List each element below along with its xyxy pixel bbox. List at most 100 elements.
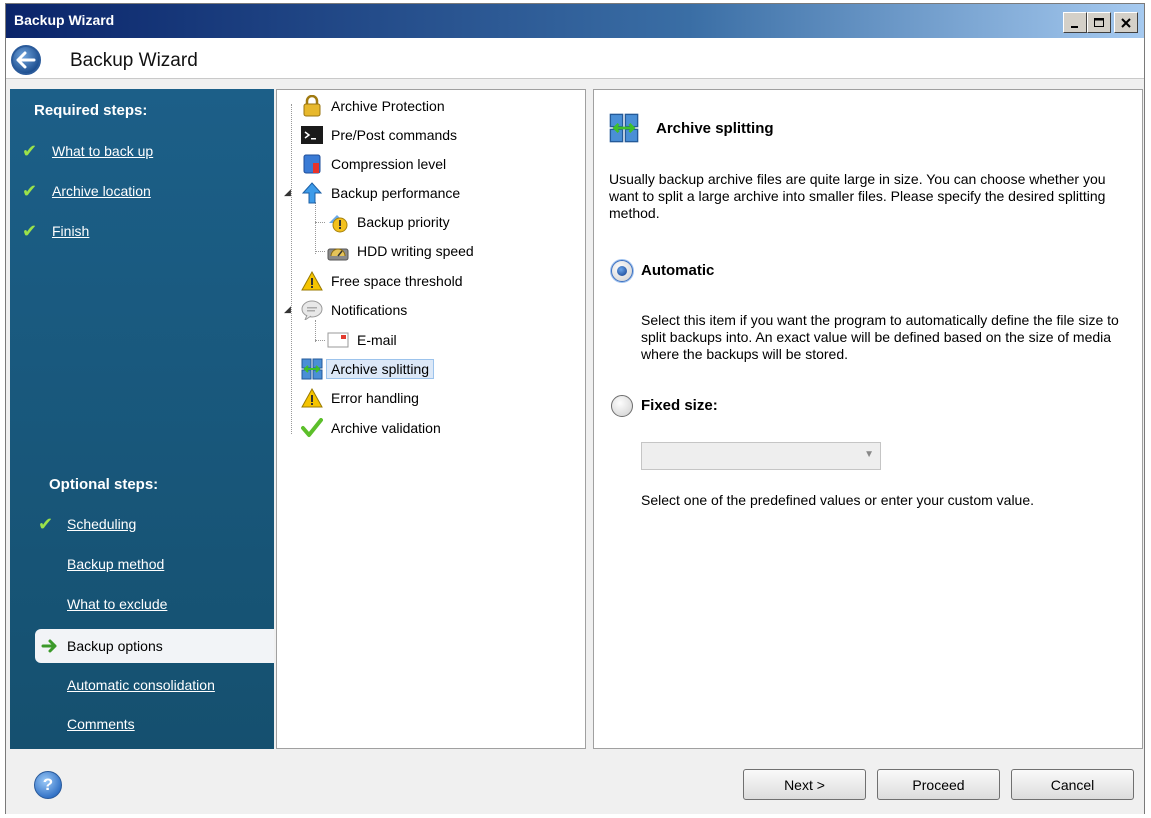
tree-node-label: Backup performance xyxy=(331,185,461,201)
nav-item-backup-options[interactable]: Backup options xyxy=(35,629,274,663)
tree-node-label: Backup priority xyxy=(357,214,450,230)
tree-node-label: Compression level xyxy=(331,156,447,172)
options-tree: Archive Protection Pre/Post commands Com… xyxy=(276,89,586,749)
lock-icon xyxy=(301,95,323,117)
proceed-button-label: Proceed xyxy=(912,776,965,793)
required-steps-heading: Required steps: xyxy=(34,102,148,119)
nav-item-finish[interactable]: ✔ Finish xyxy=(10,217,274,245)
nav-item-label: What to exclude xyxy=(67,596,168,612)
tree-node-hdd-writing-speed[interactable]: HDD writing speed xyxy=(327,239,474,263)
fixed-size-combobox[interactable]: ▼ xyxy=(641,442,881,470)
nav-item-comments[interactable]: Comments xyxy=(10,710,274,738)
back-arrow-icon xyxy=(16,51,36,69)
close-icon xyxy=(1121,17,1131,28)
priority-icon xyxy=(327,211,349,233)
hdd-icon xyxy=(327,240,349,262)
next-button-label: Next > xyxy=(784,776,825,793)
tree-node-label: Notifications xyxy=(331,302,408,318)
optional-steps-heading: Optional steps: xyxy=(49,476,159,493)
proceed-button[interactable]: Proceed xyxy=(877,769,1000,800)
tree-node-email[interactable]: E-mail xyxy=(327,328,397,352)
fixed-size-description: Select one of the predefined values or e… xyxy=(641,492,1035,508)
speech-bubble-icon xyxy=(301,299,323,321)
tree-node-pre-post-commands[interactable]: Pre/Post commands xyxy=(301,123,457,147)
close-button[interactable] xyxy=(1114,12,1138,33)
tree-connector xyxy=(315,320,316,342)
console-icon xyxy=(301,124,323,146)
checkmark-icon: ✔ xyxy=(22,180,38,201)
nav-item-label: Backup options xyxy=(67,638,163,654)
warning-icon xyxy=(301,387,323,409)
tree-connector xyxy=(315,222,325,223)
automatic-description: Select this item if you want the program… xyxy=(641,312,1119,362)
chevron-down-icon: ▼ xyxy=(864,449,874,460)
fixed-size-label[interactable]: Fixed size: xyxy=(641,397,718,414)
nav-item-backup-method[interactable]: Backup method xyxy=(10,550,274,578)
checkmark-icon: ✔ xyxy=(22,220,38,241)
steps-sidebar: Required steps: ✔ What to back up ✔ Arch… xyxy=(10,89,274,749)
window-title: Backup Wizard xyxy=(14,12,115,28)
nav-item-label: Finish xyxy=(52,223,90,239)
tree-node-notifications[interactable]: Notifications xyxy=(301,298,407,322)
nav-item-what-to-back-up[interactable]: ✔ What to back up xyxy=(10,137,274,165)
minimize-button[interactable] xyxy=(1063,12,1087,33)
fixed-size-radio[interactable] xyxy=(611,395,633,417)
tree-node-error-handling[interactable]: Error handling xyxy=(301,386,419,410)
window-controls xyxy=(1063,12,1138,33)
tree-node-archive-validation[interactable]: Archive validation xyxy=(301,416,441,440)
footer-bar: ? Next > Proceed Cancel xyxy=(6,754,1144,814)
tree-connector xyxy=(315,340,325,341)
title-bar: Backup Wizard xyxy=(6,4,1144,38)
nav-item-scheduling[interactable]: ✔ Scheduling xyxy=(10,510,274,538)
tree-node-label: E-mail xyxy=(357,332,397,348)
backup-wizard-window: Backup Wizard Backup Wizard Required ste… xyxy=(5,3,1145,814)
nav-item-automatic-consolidation[interactable]: Automatic consolidation xyxy=(10,671,274,699)
tree-node-label: Error handling xyxy=(331,390,419,406)
maximize-button[interactable] xyxy=(1087,12,1111,33)
page-title: Backup Wizard xyxy=(70,50,198,71)
cancel-button[interactable]: Cancel xyxy=(1011,769,1134,800)
tree-node-label: Pre/Post commands xyxy=(331,127,458,143)
tree-node-archive-protection[interactable]: Archive Protection xyxy=(301,94,445,118)
tree-node-free-space-threshold[interactable]: Free space threshold xyxy=(301,269,463,293)
maximize-icon xyxy=(1094,17,1104,27)
compression-icon xyxy=(301,153,323,175)
options-panel: Archive splitting Usually backup archive… xyxy=(593,89,1143,749)
panel-description: Usually backup archive files are quite l… xyxy=(609,171,1106,221)
back-button[interactable] xyxy=(11,45,41,75)
help-button[interactable]: ? xyxy=(34,771,62,799)
tree-node-label: Archive Protection xyxy=(331,98,445,114)
wizard-header: Backup Wizard xyxy=(6,38,1144,79)
nav-item-label: Backup method xyxy=(67,556,165,572)
automatic-label[interactable]: Automatic xyxy=(641,262,714,279)
question-mark-icon: ? xyxy=(42,775,54,794)
checkmark-icon xyxy=(301,417,323,439)
tree-node-label: Archive validation xyxy=(331,420,441,436)
split-icon xyxy=(609,113,639,146)
warning-icon xyxy=(301,270,323,292)
next-button[interactable]: Next > xyxy=(743,769,866,800)
tree-node-label: Free space threshold xyxy=(331,273,463,289)
checkmark-icon: ✔ xyxy=(38,513,54,534)
nav-item-label: What to back up xyxy=(52,143,154,159)
nav-item-label: Automatic consolidation xyxy=(67,677,215,693)
nav-item-archive-location[interactable]: ✔ Archive location xyxy=(10,177,274,205)
tree-connector xyxy=(315,251,325,252)
nav-item-label: Scheduling xyxy=(67,516,137,532)
minimize-icon xyxy=(1071,25,1078,28)
tree-node-archive-splitting[interactable]: Archive splitting xyxy=(301,357,435,381)
tree-connector xyxy=(291,104,292,434)
tree-node-compression-level[interactable]: Compression level xyxy=(301,152,446,176)
nav-item-what-to-exclude[interactable]: What to exclude xyxy=(10,590,274,618)
collapse-icon[interactable]: ◢ xyxy=(284,304,291,315)
tree-node-backup-priority[interactable]: Backup priority xyxy=(327,210,450,234)
collapse-icon[interactable]: ◢ xyxy=(284,187,291,198)
tree-connector xyxy=(315,202,316,254)
nav-item-label: Archive location xyxy=(52,183,151,199)
tree-node-label: HDD writing speed xyxy=(357,243,474,259)
tree-node-backup-performance[interactable]: Backup performance xyxy=(301,181,460,205)
split-icon xyxy=(301,358,323,380)
cancel-button-label: Cancel xyxy=(1050,776,1095,793)
tree-node-label: Archive splitting xyxy=(326,359,435,379)
automatic-radio[interactable] xyxy=(611,260,633,282)
